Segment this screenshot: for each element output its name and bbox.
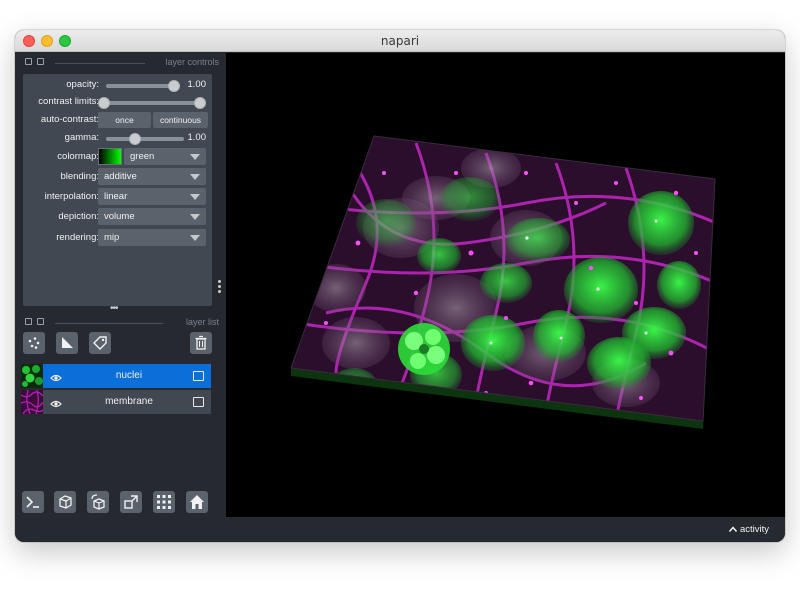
chevron-down-icon <box>190 154 200 160</box>
rendering-label: rendering: <box>56 232 99 243</box>
gamma-slider-handle[interactable] <box>129 133 141 145</box>
opacity-label: opacity: <box>66 79 99 90</box>
auto-contrast-label: auto-contrast: <box>40 114 99 125</box>
chevron-down-icon <box>190 174 200 180</box>
new-shapes-layer-button[interactable] <box>56 332 78 354</box>
dock-close-icon[interactable] <box>25 58 32 65</box>
grid-view-button[interactable] <box>153 491 175 513</box>
dock-splitter-handle[interactable] <box>218 280 221 294</box>
napari-window: napari layer controls opacity: 1.00 cont… <box>15 30 785 542</box>
contrast-high-handle[interactable] <box>194 97 206 109</box>
layer-item-membrane[interactable]: membrane <box>21 390 211 414</box>
layer-list-title: layer list <box>185 317 219 327</box>
chevron-down-icon <box>190 194 200 200</box>
layer-controls-panel: opacity: 1.00 contrast limits: auto-cont… <box>23 74 212 306</box>
interpolation-select[interactable]: linear <box>98 188 206 205</box>
chevron-down-icon <box>190 214 200 220</box>
layer-name[interactable]: nuclei <box>71 370 187 381</box>
interpolation-label: interpolation: <box>44 191 99 202</box>
contrast-low-handle[interactable] <box>98 97 110 109</box>
chevron-down-icon <box>190 235 200 241</box>
depiction-value: volume <box>104 211 135 222</box>
ndisplay-icon <box>59 495 72 509</box>
contrast-limits-label: contrast limits: <box>38 96 99 107</box>
colormap-swatch <box>98 148 122 165</box>
roll-icon <box>91 494 105 510</box>
window-title: napari <box>380 34 420 48</box>
layer-list-header: layer list <box>23 317 219 329</box>
dock-float-icon[interactable] <box>37 318 44 325</box>
opacity-slider-handle[interactable] <box>168 80 180 92</box>
roll-dimensions-button[interactable] <box>87 491 109 513</box>
chevron-up-icon <box>729 526 738 533</box>
title-bar: napari <box>15 30 785 52</box>
dock-resize-handle[interactable]: ••• <box>110 304 118 314</box>
layer-name[interactable]: membrane <box>71 396 187 407</box>
colormap-row: colormap: green <box>23 147 212 167</box>
home-icon <box>190 495 204 509</box>
blending-select[interactable]: additive <box>98 168 206 185</box>
colormap-select[interactable]: green <box>124 148 206 165</box>
viewer-canvas[interactable] <box>226 53 785 517</box>
layer-controls-title: layer controls <box>165 57 219 67</box>
rendering-value: mip <box>104 232 120 243</box>
grid-icon <box>157 495 171 509</box>
new-points-icon <box>28 337 40 349</box>
volume-render <box>290 135 716 429</box>
opacity-value: 1.00 <box>187 79 207 90</box>
contrast-limits-slider[interactable] <box>106 101 203 105</box>
dock-close-icon[interactable] <box>25 318 32 325</box>
layer-tool-row <box>23 332 212 354</box>
rendering-select[interactable]: mip <box>98 229 206 246</box>
auto-contrast-once-button[interactable]: once <box>98 112 151 128</box>
contrast-limits-row: contrast limits: <box>23 92 212 112</box>
delete-icon <box>195 335 207 350</box>
layer-controls-header: layer controls <box>23 57 219 69</box>
membrane-thumbnail <box>21 390 43 414</box>
gamma-slider[interactable] <box>106 137 184 141</box>
depiction-select[interactable]: volume <box>98 208 206 225</box>
colormap-label: colormap: <box>57 151 99 162</box>
opacity-slider[interactable] <box>106 84 174 88</box>
blending-label: blending: <box>60 171 99 182</box>
delete-layer-button[interactable] <box>190 332 212 354</box>
gamma-label: gamma: <box>64 132 99 143</box>
image-layer-icon <box>193 397 204 407</box>
interpolation-value: linear <box>104 191 128 202</box>
gamma-row: gamma: 1.00 <box>23 128 212 148</box>
layer-item-nuclei[interactable]: nuclei <box>21 364 211 388</box>
new-labels-layer-button[interactable] <box>89 332 111 354</box>
viewer-buttons <box>21 491 215 515</box>
activity-button[interactable]: activity <box>729 524 769 535</box>
console-button[interactable] <box>22 491 44 513</box>
blending-value: additive <box>104 171 137 182</box>
new-labels-icon <box>93 336 107 350</box>
image-layer-icon <box>193 371 204 381</box>
dock-float-icon[interactable] <box>37 58 44 65</box>
depiction-label: depiction: <box>58 211 99 222</box>
new-points-layer-button[interactable] <box>23 332 45 354</box>
new-shapes-icon <box>62 337 73 348</box>
console-icon <box>26 496 39 508</box>
eye-icon[interactable] <box>50 396 62 414</box>
colormap-value: green <box>130 151 155 162</box>
depiction-row: depiction: volume <box>23 207 212 227</box>
blending-row: blending: additive <box>23 167 212 187</box>
ndisplay-button[interactable] <box>54 491 76 513</box>
eye-icon[interactable] <box>50 370 62 388</box>
transpose-button[interactable] <box>120 491 142 513</box>
status-bar: activity <box>15 517 785 542</box>
dividing-cell <box>398 323 450 375</box>
gamma-value: 1.00 <box>187 132 207 143</box>
rendering-row: rendering: mip <box>23 228 212 248</box>
nuclei-thumbnail <box>21 364 43 388</box>
auto-contrast-row: auto-contrast: once continuous <box>23 110 212 130</box>
transpose-icon <box>124 495 138 509</box>
activity-label: activity <box>739 524 769 535</box>
interpolation-row: interpolation: linear <box>23 187 212 207</box>
home-button[interactable] <box>186 491 208 513</box>
auto-contrast-continuous-button[interactable]: continuous <box>153 112 208 128</box>
